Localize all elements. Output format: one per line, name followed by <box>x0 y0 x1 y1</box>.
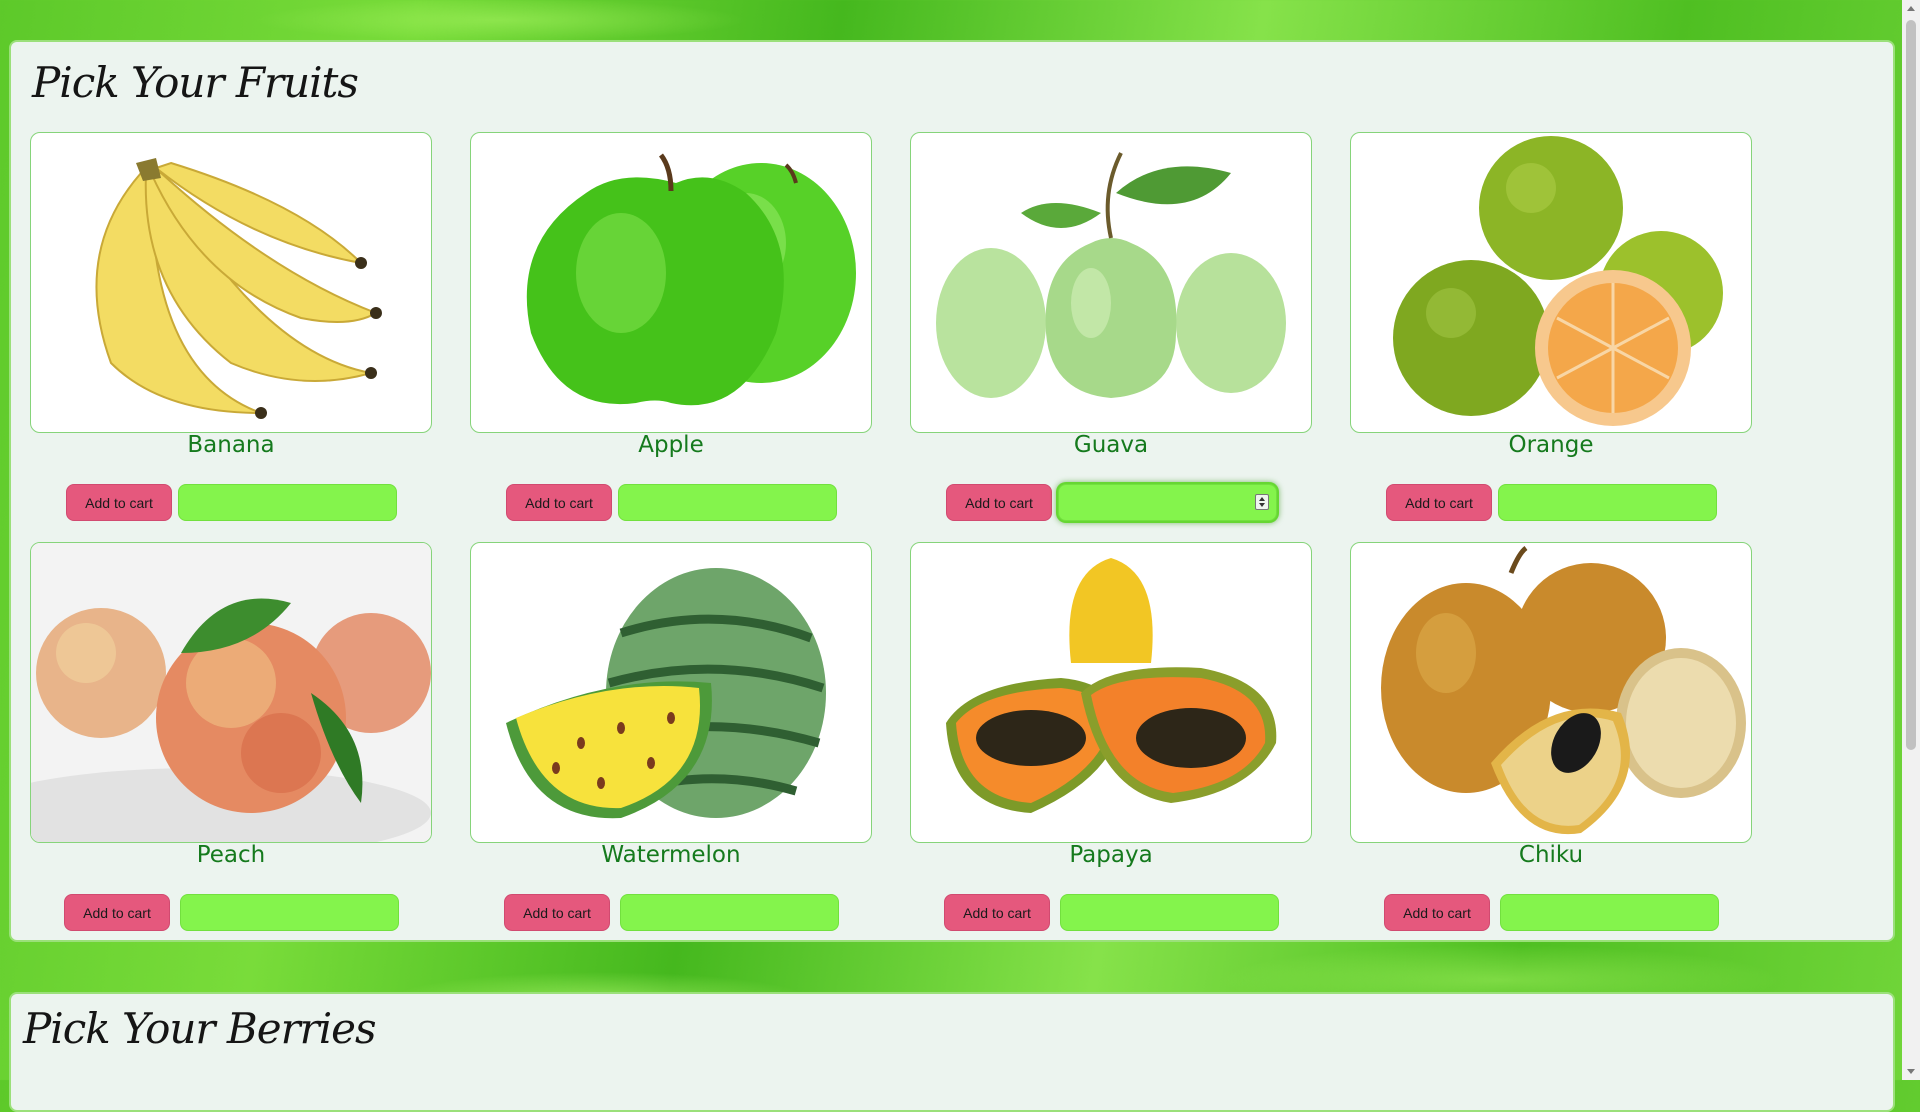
add-to-cart-button[interactable]: Add to cart <box>506 484 612 521</box>
add-to-cart-button[interactable]: Add to cart <box>944 894 1050 931</box>
quantity-input[interactable] <box>620 894 839 931</box>
papaya-image <box>910 542 1312 843</box>
product-name: Chiku <box>1518 842 1584 868</box>
number-spinner-icon[interactable] <box>1255 494 1269 510</box>
product-card-chiku: Chiku Add to cart <box>1350 542 1752 952</box>
product-name: Peach <box>196 842 266 868</box>
add-to-cart-button[interactable]: Add to cart <box>64 894 170 931</box>
product-name: Papaya <box>1069 842 1153 868</box>
add-to-cart-button[interactable]: Add to cart <box>1384 894 1490 931</box>
orange-image <box>1350 132 1752 433</box>
add-to-cart-button[interactable]: Add to cart <box>504 894 610 931</box>
section-title-fruits: Pick Your Fruits <box>32 58 359 107</box>
quantity-input[interactable] <box>178 484 397 521</box>
chiku-image <box>1350 542 1752 843</box>
apple-image <box>470 132 872 433</box>
berries-section: Pick Your Berries <box>9 992 1895 1112</box>
product-name: Banana <box>187 432 275 458</box>
quantity-input[interactable] <box>1058 484 1277 521</box>
product-card-guava: Guava Add to cart <box>910 132 1312 542</box>
product-card-banana: Banana Add to cart <box>30 132 432 542</box>
guava-image <box>910 132 1312 433</box>
watermelon-image <box>470 542 872 843</box>
product-card-apple: Apple Add to cart <box>470 132 872 542</box>
product-card-watermelon: Watermelon Add to cart <box>470 542 872 952</box>
add-to-cart-button[interactable]: Add to cart <box>1386 484 1492 521</box>
product-name: Guava <box>1073 432 1149 458</box>
scroll-down-icon[interactable] <box>1907 1069 1915 1074</box>
scroll-thumb[interactable] <box>1906 20 1916 750</box>
add-to-cart-button[interactable]: Add to cart <box>66 484 172 521</box>
quantity-input[interactable] <box>1498 484 1717 521</box>
page-scrollbar[interactable] <box>1902 0 1920 1080</box>
product-name: Apple <box>638 432 704 458</box>
product-card-orange: Orange Add to cart <box>1350 132 1752 542</box>
quantity-input[interactable] <box>1500 894 1719 931</box>
quantity-input[interactable] <box>1060 894 1279 931</box>
product-card-papaya: Papaya Add to cart <box>910 542 1312 952</box>
product-name: Orange <box>1508 432 1594 458</box>
fruits-section: Pick Your Fruits Banana Add to cart Appl… <box>9 40 1895 942</box>
add-to-cart-button[interactable]: Add to cart <box>946 484 1052 521</box>
product-name: Watermelon <box>601 842 741 868</box>
banana-image <box>30 132 432 433</box>
quantity-input[interactable] <box>618 484 837 521</box>
scroll-up-icon[interactable] <box>1907 6 1915 11</box>
section-title-berries: Pick Your Berries <box>23 1004 377 1053</box>
quantity-input[interactable] <box>180 894 399 931</box>
peach-image <box>30 542 432 843</box>
product-card-peach: Peach Add to cart <box>30 542 432 952</box>
